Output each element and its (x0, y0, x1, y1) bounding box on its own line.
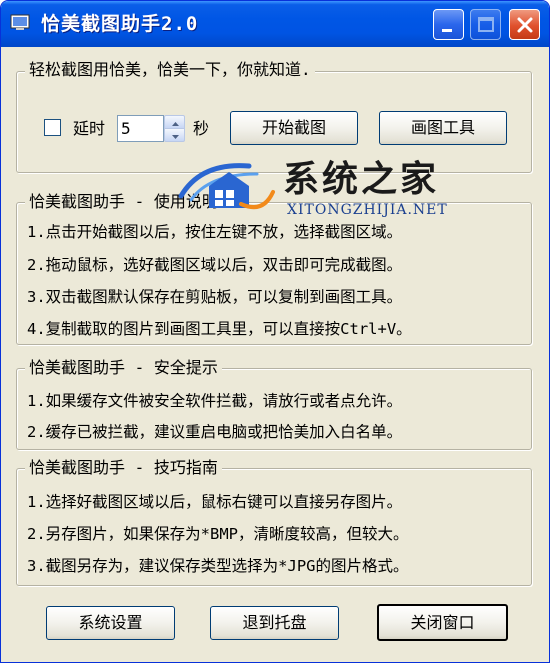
minimize-to-tray-button[interactable]: 退到托盘 (210, 606, 339, 640)
app-window: 恰美截图助手2.0 轻松截图用恰美，恰美一下，你就知道. 延时 5 秒 开始截图… (0, 0, 550, 663)
safety-line: 2.缓存已被拦截，建议重启电脑或把恰美加入白名单。 (27, 423, 403, 441)
tips-group: 恰美截图助手 - 技巧指南 1.选择好截图区域以后，鼠标右键可以直接另存图片。 … (16, 458, 532, 586)
system-settings-button[interactable]: 系统设置 (46, 606, 175, 640)
safety-group: 恰美截图助手 - 安全提示 1.如果缓存文件被安全软件拦截，请放行或者点允许。 … (16, 358, 532, 450)
chevron-down-icon (172, 135, 179, 139)
capture-group-caption: 轻松截图用恰美，恰美一下，你就知道. (25, 60, 315, 80)
house-logo-icon (178, 163, 275, 209)
close-button[interactable] (509, 9, 540, 40)
delay-input[interactable]: 5 (117, 115, 164, 142)
maximize-icon (478, 17, 494, 32)
watermark: 系统之家 XITONGZHIJIA.NET (171, 156, 501, 226)
delay-spin-down-button[interactable] (164, 128, 185, 142)
close-icon (517, 17, 533, 33)
close-window-label: 关闭窗口 (410, 613, 475, 632)
seconds-label: 秒 (193, 119, 210, 138)
draw-tool-button[interactable]: 画图工具 (379, 111, 507, 145)
tips-line: 1.选择好截图区域以后，鼠标右键可以直接另存图片。 (27, 493, 403, 511)
safety-group-legend: 恰美截图助手 - 安全提示 (25, 358, 222, 378)
system-settings-label: 系统设置 (78, 613, 143, 632)
delay-checkbox[interactable] (44, 119, 61, 136)
app-window-icon (10, 14, 30, 30)
tips-group-legend: 恰美截图助手 - 技巧指南 (25, 458, 222, 478)
start-capture-button[interactable]: 开始截图 (230, 111, 358, 145)
maximize-button (470, 9, 501, 40)
minimize-button[interactable] (433, 9, 464, 40)
window-title: 恰美截图助手2.0 (41, 13, 199, 35)
close-window-button[interactable]: 关闭窗口 (377, 604, 508, 641)
watermark-url: XITONGZHIJIA.NET (287, 202, 448, 218)
usage-line: 2.拖动鼠标，选好截图区域以后，双击即可完成截图。 (27, 256, 403, 274)
watermark-brand: 系统之家 (283, 159, 440, 200)
title-bar[interactable]: 恰美截图助手2.0 (1, 1, 549, 47)
safety-line: 1.如果缓存文件被安全软件拦截，请放行或者点允许。 (27, 392, 403, 410)
delay-label: 延时 (73, 119, 106, 138)
usage-line: 3.双击截图默认保存在剪贴板，可以复制到画图工具。 (27, 288, 403, 306)
tips-line: 3.截图另存为，建议保存类型选择为*JPG的图片格式。 (27, 557, 409, 575)
start-capture-label: 开始截图 (261, 118, 326, 137)
tips-line: 2.另存图片，如果保存为*BMP，清晰度较高，但较大。 (27, 525, 409, 543)
minimize-icon (442, 29, 452, 32)
usage-line: 4.复制截取的图片到画图工具里，可以直接按Ctrl+V。 (27, 320, 412, 338)
delay-spin-up-button[interactable] (164, 115, 185, 129)
draw-tool-label: 画图工具 (410, 118, 475, 137)
minimize-to-tray-label: 退到托盘 (242, 613, 307, 632)
